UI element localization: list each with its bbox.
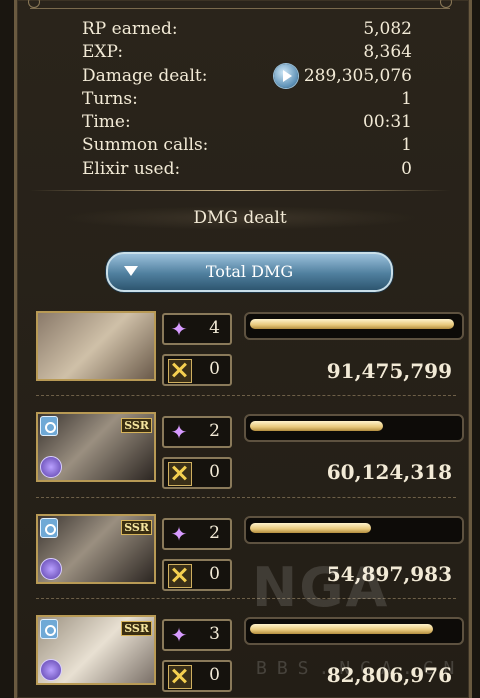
character-portrait[interactable]: SSR xyxy=(36,412,156,482)
charge-attack-count: 0 xyxy=(162,354,232,386)
character-portrait[interactable] xyxy=(36,311,156,381)
divider xyxy=(30,190,450,191)
awakening-orb-icon xyxy=(40,558,62,580)
skill-count: ✦ 2 xyxy=(162,416,232,448)
damage-bar xyxy=(244,312,464,340)
stat-elixir: Elixir used: 0 xyxy=(82,158,412,179)
row-separator xyxy=(36,497,456,499)
charge-attack-count: 0 xyxy=(162,457,232,489)
charge-attack-count: 0 xyxy=(162,660,232,692)
damage-value: 91,475,799 xyxy=(326,359,452,383)
rarity-badge: SSR xyxy=(121,418,152,433)
charge-attack-count: 0 xyxy=(162,559,232,591)
sparkle-icon: ✦ xyxy=(170,623,188,647)
total-dmg-dropdown[interactable]: Total DMG xyxy=(106,252,393,292)
water-element-icon xyxy=(40,518,58,538)
party-member-row: ✦ 4 0 91,475,799 xyxy=(36,311,466,386)
character-portrait[interactable]: SSR xyxy=(36,615,156,685)
damage-bar-fill xyxy=(250,523,371,533)
rarity-badge: SSR xyxy=(121,520,152,535)
damage-bar xyxy=(244,516,464,544)
charge-attack-icon xyxy=(168,564,192,588)
awakening-orb-icon xyxy=(40,659,62,681)
battle-stats: RP earned: 5,082 EXP: 8,364 Damage dealt: 2… xyxy=(82,18,412,181)
top-ornament xyxy=(28,0,452,9)
stat-exp: EXP: 8,364 xyxy=(82,42,412,63)
stat-time: Time: 00:31 xyxy=(82,112,412,133)
sparkle-icon: ✦ xyxy=(170,522,188,546)
charge-attack-icon xyxy=(168,462,192,486)
stat-rp: RP earned: 5,082 xyxy=(82,19,412,39)
watermark-logo: NGA xyxy=(252,556,390,619)
rarity-badge: SSR xyxy=(121,621,152,636)
sparkle-icon: ✦ xyxy=(170,420,188,444)
watermark-site: BBS.NGA.CN xyxy=(256,658,465,679)
damage-bar-fill xyxy=(250,421,383,431)
skill-count: ✦ 4 xyxy=(162,313,232,345)
play-icon[interactable] xyxy=(273,64,298,89)
damage-bar-fill xyxy=(250,319,454,329)
water-element-icon xyxy=(40,619,58,639)
stat-damage: Damage dealt: 289,305,076 xyxy=(82,64,412,89)
skill-count: ✦ 3 xyxy=(162,619,232,651)
stat-turns: Turns: 1 xyxy=(82,88,412,109)
character-portrait[interactable]: SSR xyxy=(36,514,156,584)
damage-bar xyxy=(244,414,464,442)
water-element-icon xyxy=(40,416,58,436)
total-dmg-label: Total DMG xyxy=(205,262,294,281)
stat-summon-calls: Summon calls: 1 xyxy=(82,135,412,156)
sparkle-icon: ✦ xyxy=(170,317,188,341)
damage-value: 60,124,318 xyxy=(326,460,452,484)
charge-attack-icon xyxy=(168,665,192,689)
awakening-orb-icon xyxy=(40,456,62,478)
charge-attack-icon xyxy=(168,359,192,383)
section-title: DMG dealt xyxy=(193,208,287,228)
row-separator xyxy=(36,395,456,397)
skill-count: ✦ 2 xyxy=(162,518,232,550)
party-member-row: SSR ✦ 2 0 60,124,318 xyxy=(36,412,466,489)
